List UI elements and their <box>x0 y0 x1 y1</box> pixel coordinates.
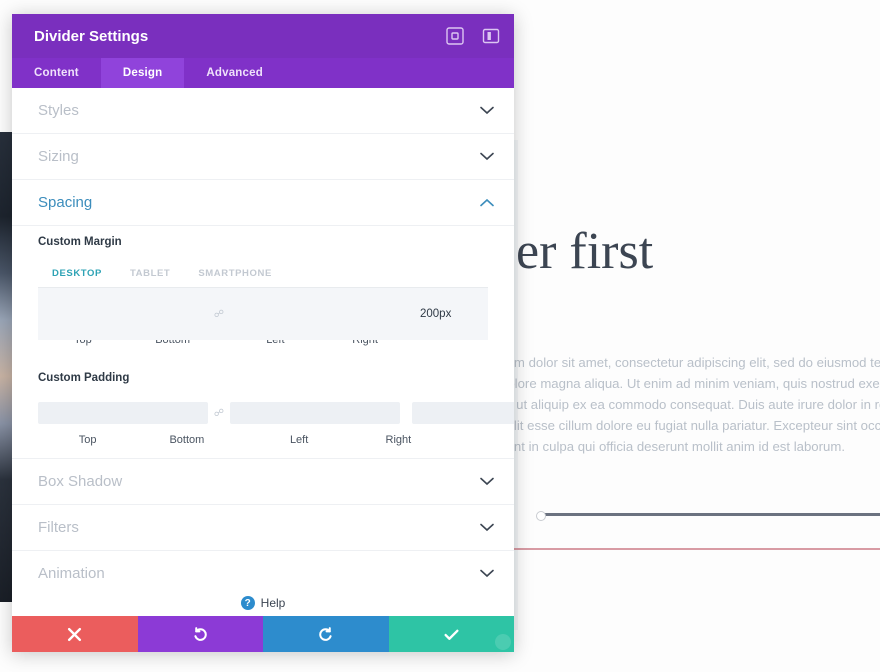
link-broken-icon[interactable]: ☍ <box>208 309 230 320</box>
margin-input-row: ☍ 1 ☍ 2 <box>38 288 514 340</box>
tab-advanced[interactable]: Advanced <box>184 58 285 88</box>
custom-padding-label: Custom Padding <box>38 372 130 384</box>
padding-input-row: ☍ ☍ <box>38 396 514 430</box>
check-icon <box>444 629 459 640</box>
undo-icon <box>194 626 207 641</box>
section-animation[interactable]: Animation <box>12 551 514 590</box>
padding-top-bottom-group: ☍ <box>38 402 400 424</box>
section-animation-label: Animation <box>38 565 105 582</box>
margin-left-input[interactable] <box>412 303 514 325</box>
chevron-down-icon <box>480 152 494 161</box>
chevron-down-icon <box>480 523 494 532</box>
help-bar[interactable]: ? Help <box>12 590 514 616</box>
help-label: Help <box>260 596 286 610</box>
section-filters[interactable]: Filters <box>12 505 514 551</box>
chevron-down-icon <box>480 569 494 578</box>
margin-top-input[interactable] <box>38 303 208 325</box>
margin-top-bottom-group: ☍ <box>38 303 400 325</box>
tab-content[interactable]: Content <box>12 58 101 88</box>
undo-button[interactable] <box>137 616 263 652</box>
action-bar <box>12 616 514 652</box>
padding-bottom-input[interactable] <box>230 402 400 424</box>
cancel-button[interactable] <box>12 616 138 652</box>
chevron-down-icon <box>480 477 494 486</box>
device-tab-smartphone[interactable]: SMARTPHONE <box>184 260 286 287</box>
header-icon-group <box>446 27 500 45</box>
margin-left-right-group: 1 ☍ 2 <box>412 303 514 326</box>
body-line: dolore magna aliqua. Ut enim ad minim ve… <box>500 376 880 391</box>
chevron-up-icon <box>480 198 494 207</box>
body-line: isi ut aliquip ex ea commodo consequat. … <box>500 397 880 412</box>
layout-toggle-icon[interactable] <box>482 27 500 45</box>
padding-left-right-group: ☍ <box>412 402 514 424</box>
modal-body: Styles Sizing Spacing Custom Margin DESK… <box>12 88 514 590</box>
device-tab-tablet[interactable]: TABLET <box>116 260 184 287</box>
fullscreen-icon[interactable] <box>446 27 464 45</box>
section-sizing-label: Sizing <box>38 148 79 165</box>
section-box-shadow-label: Box Shadow <box>38 473 123 490</box>
body-line: sunt in culpa qui officia deserunt molli… <box>500 439 846 454</box>
redo-button[interactable] <box>263 616 389 652</box>
section-styles[interactable]: Styles <box>12 88 514 134</box>
tab-design[interactable]: Design <box>100 58 185 88</box>
device-tab-desktop[interactable]: DESKTOP <box>38 260 116 287</box>
body-line: sum dolor sit amet, consectetur adipisci… <box>500 355 880 370</box>
chevron-down-icon <box>480 106 494 115</box>
section-sizing[interactable]: Sizing <box>12 134 514 180</box>
page-title: Divider Settings <box>34 27 149 45</box>
padding-captions: Top Bottom Left Right <box>38 434 488 458</box>
divider-module-gray[interactable] <box>536 511 880 521</box>
padding-right-caption: Right <box>385 434 412 446</box>
spacing-panel: Custom Margin DESKTOP TABLET SMARTPHONE … <box>12 226 514 459</box>
padding-left-input[interactable] <box>412 402 514 424</box>
help-icon: ? <box>240 596 255 610</box>
margin-bottom-input[interactable] <box>230 303 400 325</box>
body-line: velit esse cillum dolore eu fugiat nulla… <box>500 418 880 433</box>
padding-bottom-caption: Bottom <box>169 434 205 446</box>
tab-bar: Content Design Advanced <box>12 58 514 88</box>
save-button[interactable] <box>388 616 514 652</box>
divider-module-pink[interactable] <box>514 548 880 550</box>
resize-handle[interactable] <box>495 634 511 650</box>
section-spacing-label: Spacing <box>38 194 93 211</box>
section-styles-label: Styles <box>38 102 79 119</box>
section-spacing[interactable]: Spacing <box>12 180 514 226</box>
padding-top-input[interactable] <box>38 402 208 424</box>
screen: er first sum dolor sit amet, consectetur… <box>0 0 880 672</box>
custom-margin-label: Custom Margin <box>38 236 122 248</box>
page-body-text: sum dolor sit amet, consectetur adipisci… <box>500 352 880 457</box>
redo-icon <box>319 626 332 641</box>
page-heading: er first <box>516 223 654 280</box>
link-broken-icon[interactable]: ☍ <box>208 408 230 419</box>
padding-top-caption: Top <box>78 434 97 446</box>
padding-left-caption: Left <box>289 434 309 446</box>
modal-header: Divider Settings <box>12 14 514 58</box>
close-icon <box>68 627 82 641</box>
divider-settings-modal: Divider Settings Content Design Advanced… <box>12 14 514 652</box>
section-filters-label: Filters <box>38 519 79 536</box>
device-tab-bar: DESKTOP TABLET SMARTPHONE <box>38 260 488 288</box>
section-box-shadow[interactable]: Box Shadow <box>12 459 514 505</box>
